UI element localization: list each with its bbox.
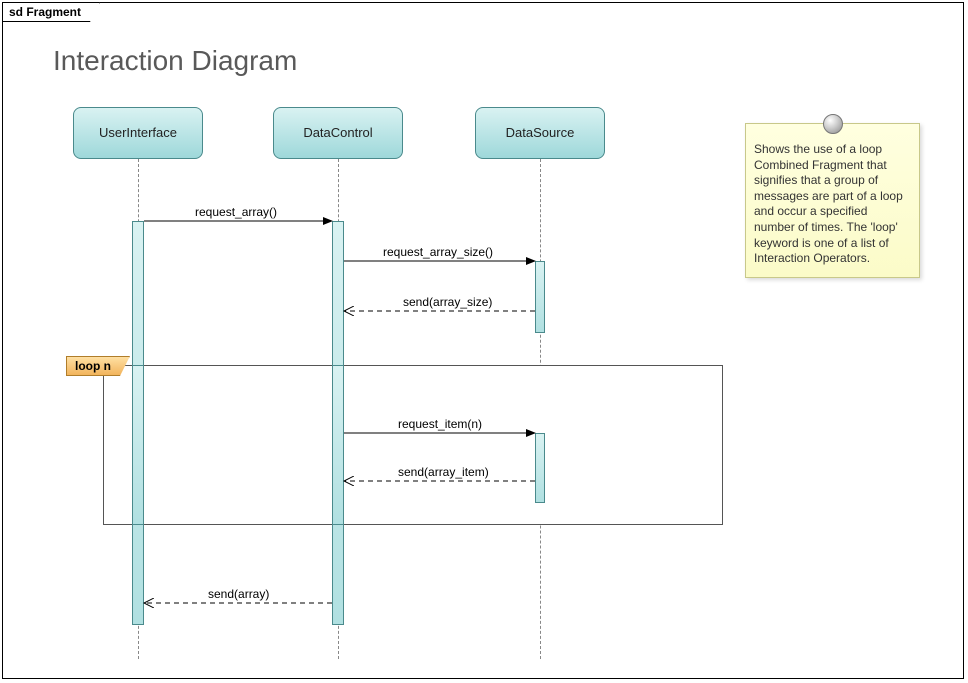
msg-label-request-item: request_item(n)	[398, 417, 482, 431]
note[interactable]: Shows the use of a loop Combined Fragmen…	[745, 123, 920, 278]
pin-icon	[823, 114, 843, 134]
note-text: Shows the use of a loop Combined Fragmen…	[754, 142, 903, 265]
arrow-layer	[3, 3, 965, 679]
diagram-frame: sd Fragment Interaction Diagram UserInte…	[2, 2, 964, 679]
msg-label-send-array-size: send(array_size)	[403, 295, 492, 309]
msg-label-request-array: request_array()	[195, 205, 277, 219]
msg-label-request-array-size: request_array_size()	[383, 245, 493, 259]
msg-label-send-array-item: send(array_item)	[398, 465, 489, 479]
msg-label-send-array: send(array)	[208, 587, 269, 601]
